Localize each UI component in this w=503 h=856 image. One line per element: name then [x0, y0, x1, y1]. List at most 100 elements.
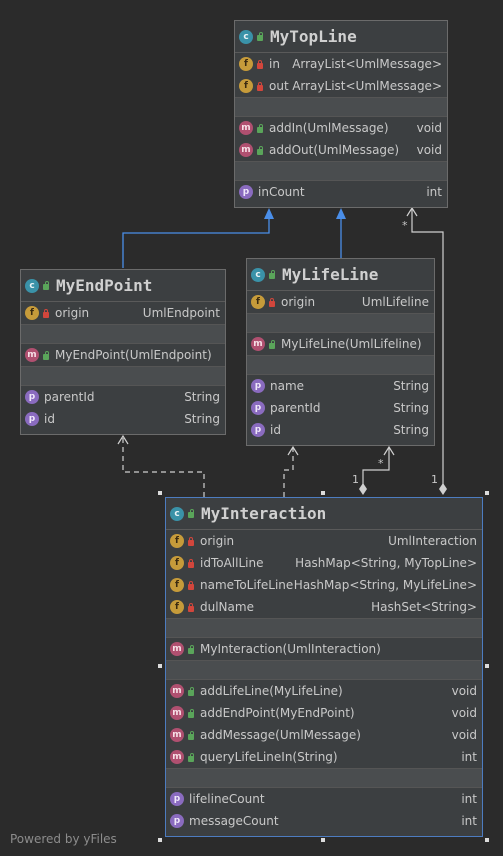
private-lock-icon [187, 558, 195, 568]
property-type: String [393, 379, 429, 393]
property-icon: p [251, 401, 265, 415]
field-row[interactable]: f in ArrayList<UmlMessage> [235, 53, 447, 75]
inherit-arrow-endpoint [264, 208, 274, 219]
field-type: HashMap<String, MyTopLine> [295, 556, 477, 570]
class-header: c MyTopLine [235, 21, 447, 53]
method-icon: m [25, 348, 39, 362]
field-type: UmlInteraction [388, 534, 477, 548]
property-row[interactable]: p parentId String [247, 397, 434, 419]
selection-handle[interactable] [158, 838, 162, 842]
field-icon: f [170, 578, 184, 592]
mult-lifeline-star: * [378, 457, 384, 470]
field-name: idToAllLine [200, 556, 264, 570]
constructor-name: MyLifeLine(UmlLifeline) [281, 337, 422, 351]
field-icon: f [170, 534, 184, 548]
private-lock-icon [187, 580, 195, 590]
public-visibility-icon [256, 123, 264, 133]
field-name: out [269, 79, 289, 93]
property-type: String [393, 423, 429, 437]
private-lock-icon [256, 59, 264, 69]
field-row[interactable]: f origin UmlLifeline [247, 291, 434, 313]
public-visibility-icon [187, 644, 195, 654]
field-row[interactable]: f dulName HashSet<String> [166, 596, 482, 618]
property-icon: p [25, 412, 39, 426]
method-row[interactable]: m addLifeLine(MyLifeLine) void [166, 680, 482, 702]
selection-handle[interactable] [485, 838, 489, 842]
public-visibility-icon [256, 32, 264, 41]
property-name: lifelineCount [189, 792, 265, 806]
method-row[interactable]: m queryLifeLineIn(String) int [166, 746, 482, 768]
class-box-myendpoint[interactable]: c MyEndPoint f origin UmlEndpoint m MyEn… [20, 269, 226, 435]
method-return-type: void [451, 706, 477, 720]
field-row[interactable]: f nameToLifeLine HashMap<String, MyLifeL… [166, 574, 482, 596]
method-name: addMessage(UmlMessage) [200, 728, 361, 742]
field-icon: f [239, 79, 253, 93]
property-name: name [270, 379, 305, 393]
public-visibility-icon [187, 752, 195, 762]
method-return-type: void [451, 728, 477, 742]
mult-lifeline-one: 1 [352, 473, 359, 486]
method-icon: m [251, 337, 265, 351]
property-icon: p [251, 379, 265, 393]
method-row[interactable]: m addIn(UmlMessage) void [235, 117, 447, 139]
method-icon: m [239, 143, 253, 157]
method-icon: m [170, 728, 184, 742]
field-row[interactable]: f out ArrayList<UmlMessage> [235, 75, 447, 97]
diamond-topline [439, 483, 447, 495]
selection-handle[interactable] [485, 664, 489, 668]
field-row[interactable]: f idToAllLine HashMap<String, MyTopLine> [166, 552, 482, 574]
constructor-row[interactable]: m MyLifeLine(UmlLifeline) [247, 333, 434, 355]
private-lock-icon [187, 602, 195, 612]
class-box-mylifeline[interactable]: c MyLifeLine f origin UmlLifeline m MyLi… [246, 258, 435, 446]
property-row[interactable]: p parentId String [21, 386, 225, 408]
class-icon: c [251, 267, 265, 282]
property-row[interactable]: p lifelineCount int [166, 788, 482, 810]
property-name: parentId [44, 390, 95, 404]
selection-handle[interactable] [321, 838, 325, 842]
section-divider [166, 768, 482, 788]
field-type: ArrayList<UmlMessage> [292, 57, 442, 71]
diamond-lifeline [359, 483, 367, 495]
public-visibility-icon [187, 708, 195, 718]
property-type: int [461, 792, 477, 806]
property-icon: p [251, 423, 265, 437]
private-lock-icon [42, 308, 50, 318]
field-type: ArrayList<UmlMessage> [292, 79, 442, 93]
section-divider [21, 324, 225, 344]
section-divider [235, 97, 447, 117]
selection-handle[interactable] [158, 664, 162, 668]
field-type: HashSet<String> [371, 600, 477, 614]
method-row[interactable]: m addMessage(UmlMessage) void [166, 724, 482, 746]
method-row[interactable]: m addEndPoint(MyEndPoint) void [166, 702, 482, 724]
field-row[interactable]: f origin UmlInteraction [166, 530, 482, 552]
property-row[interactable]: p id String [247, 419, 434, 441]
private-lock-icon [268, 297, 276, 307]
property-row[interactable]: p name String [247, 375, 434, 397]
property-type: String [184, 390, 220, 404]
property-icon: p [170, 814, 184, 828]
property-row[interactable]: p id String [21, 408, 225, 430]
selection-handle[interactable] [321, 491, 325, 495]
class-header: c MyEndPoint [21, 270, 225, 302]
constructor-row[interactable]: m MyEndPoint(UmlEndpoint) [21, 344, 225, 366]
class-header: c MyInteraction [166, 498, 482, 530]
method-row[interactable]: m addOut(UmlMessage) void [235, 139, 447, 161]
method-return-type: void [416, 143, 442, 157]
mult-topline-one: 1 [431, 473, 438, 486]
private-lock-icon [187, 536, 195, 546]
class-box-mytopline[interactable]: c MyTopLine f in ArrayList<UmlMessage> f… [234, 20, 448, 208]
property-row[interactable]: p messageCount int [166, 810, 482, 832]
property-name: parentId [270, 401, 321, 415]
class-box-myinteraction[interactable]: c MyInteraction f origin UmlInteraction … [165, 497, 483, 837]
property-row[interactable]: p inCount int [235, 181, 447, 203]
field-type: HashMap<String, MyLifeLine> [293, 578, 477, 592]
section-divider [166, 618, 482, 638]
class-title: MyEndPoint [56, 276, 153, 295]
field-row[interactable]: f origin UmlEndpoint [21, 302, 225, 324]
selection-handle[interactable] [485, 491, 489, 495]
field-icon: f [239, 57, 253, 71]
public-visibility-icon [268, 270, 276, 279]
selection-handle[interactable] [158, 491, 162, 495]
property-type: int [426, 185, 442, 199]
constructor-row[interactable]: m MyInteraction(UmlInteraction) [166, 638, 482, 660]
